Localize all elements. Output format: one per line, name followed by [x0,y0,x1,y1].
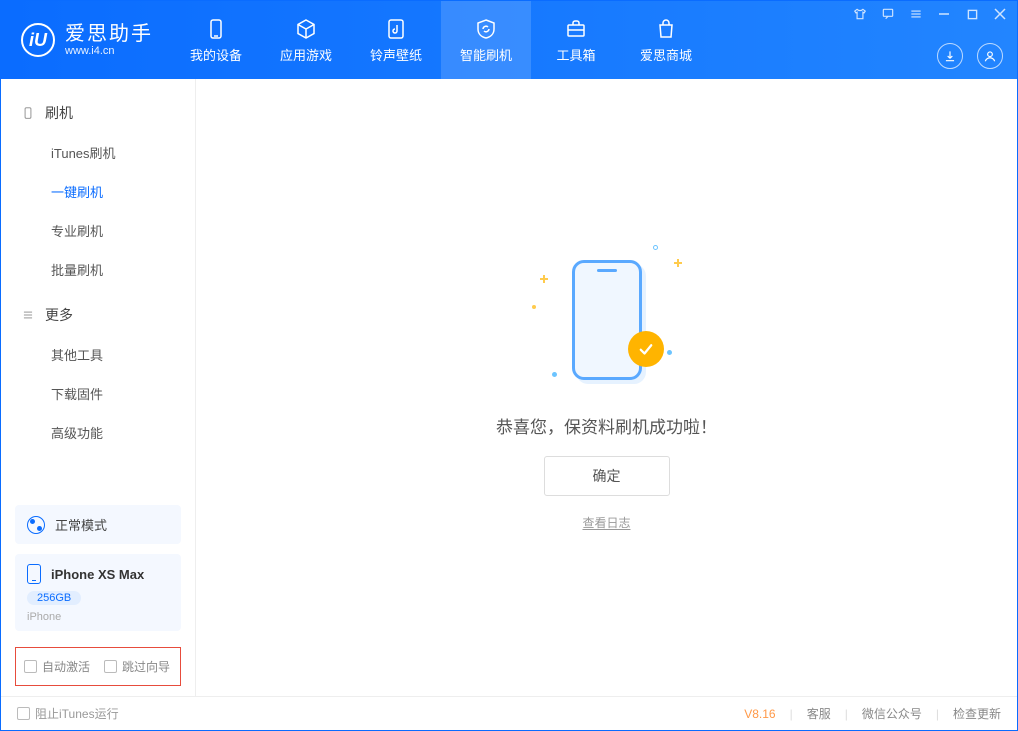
sidebar-item-batch-flash[interactable]: 批量刷机 [1,250,195,289]
dot-icon [667,350,672,355]
support-link[interactable]: 客服 [807,705,831,722]
sidebar-header-more: 更多 [1,295,195,335]
briefcase-icon [564,17,588,41]
success-illustration [532,245,682,395]
separator: | [790,707,793,721]
device-type: iPhone [27,611,61,623]
phone-outline-icon [21,106,35,120]
tab-label: 我的设备 [190,45,242,64]
sidebar-item-advanced[interactable]: 高级功能 [1,413,195,452]
separator: | [936,707,939,721]
checkbox-skip-guide[interactable]: 跳过向导 [104,658,170,675]
app-window: iU 爱思助手 www.i4.cn 我的设备 应用游戏 铃声壁纸 智能刷机 [0,0,1018,731]
sidebar-section-flash: 刷机 iTunes刷机 一键刷机 专业刷机 批量刷机 [1,93,195,295]
tab-ringtone[interactable]: 铃声壁纸 [351,1,441,79]
device-phone-icon [27,564,41,584]
maximize-button[interactable] [965,7,979,21]
checkbox-box-icon [104,660,117,673]
tab-toolbox[interactable]: 工具箱 [531,1,621,79]
close-button[interactable] [993,7,1007,21]
success-message: 恭喜您，保资料刷机成功啦！ [496,413,717,438]
checkbox-box-icon [17,707,30,720]
check-badge-icon [628,331,664,367]
device-info-box[interactable]: iPhone XS Max 256GB iPhone [15,554,181,631]
tab-flash[interactable]: 智能刷机 [441,1,531,79]
checkbox-label: 自动激活 [42,658,90,675]
ok-button[interactable]: 确定 [544,456,670,496]
device-mode-box[interactable]: 正常模式 [15,505,181,544]
window-controls [853,7,1007,21]
main-content: 恭喜您，保资料刷机成功啦！ 确定 查看日志 [196,79,1017,696]
phone-icon [204,17,228,41]
wechat-link[interactable]: 微信公众号 [862,705,922,722]
dot-icon [552,372,557,377]
view-log-link[interactable]: 查看日志 [582,514,630,531]
checkbox-block-itunes[interactable]: 阻止iTunes运行 [17,705,119,722]
sparkle-icon [540,275,548,283]
feedback-icon[interactable] [881,7,895,21]
mode-icon [27,516,45,534]
checkbox-label: 阻止iTunes运行 [35,705,119,722]
menu-icon[interactable] [909,7,923,21]
header-right-icons [937,43,1003,69]
shield-refresh-icon [474,17,498,41]
tab-label: 铃声壁纸 [370,45,422,64]
sidebar-header-flash: 刷机 [1,93,195,133]
tab-apps[interactable]: 应用游戏 [261,1,351,79]
status-bar: 阻止iTunes运行 V8.16 | 客服 | 微信公众号 | 检查更新 [1,696,1017,730]
footer-right: V8.16 | 客服 | 微信公众号 | 检查更新 [744,705,1001,722]
checkbox-auto-activate[interactable]: 自动激活 [24,658,90,675]
logo-block: iU 爱思助手 www.i4.cn [1,1,171,79]
logo-text: 爱思助手 www.i4.cn [65,23,153,57]
download-button[interactable] [937,43,963,69]
sidebar: 刷机 iTunes刷机 一键刷机 专业刷机 批量刷机 更多 其他工具 下载固件 … [1,79,196,696]
sidebar-item-other-tools[interactable]: 其他工具 [1,335,195,374]
check-update-link[interactable]: 检查更新 [953,705,1001,722]
dot-icon [532,305,536,309]
cube-icon [294,17,318,41]
sidebar-item-itunes-flash[interactable]: iTunes刷机 [1,133,195,172]
minimize-button[interactable] [937,7,951,21]
tab-store[interactable]: 爱思商城 [621,1,711,79]
header-tabs: 我的设备 应用游戏 铃声壁纸 智能刷机 工具箱 爱思商城 [171,1,711,79]
mode-label: 正常模式 [55,515,107,534]
tab-label: 智能刷机 [460,45,512,64]
sparkle-icon [674,259,682,267]
tab-label: 工具箱 [556,45,595,64]
app-header: iU 爱思助手 www.i4.cn 我的设备 应用游戏 铃声壁纸 智能刷机 [1,1,1017,79]
sidebar-item-download-firmware[interactable]: 下载固件 [1,374,195,413]
tshirt-icon[interactable] [853,7,867,21]
user-button[interactable] [977,43,1003,69]
app-body: 刷机 iTunes刷机 一键刷机 专业刷机 批量刷机 更多 其他工具 下载固件 … [1,79,1017,696]
separator: | [845,707,848,721]
bag-icon [654,17,678,41]
phone-illustration-icon [572,260,642,380]
list-icon [21,308,35,322]
logo-icon: iU [21,23,55,57]
dot-icon [653,245,658,250]
tab-label: 应用游戏 [280,45,332,64]
flash-options-row: 自动激活 跳过向导 [15,647,181,686]
tab-label: 爱思商城 [640,45,692,64]
sidebar-item-oneclick-flash[interactable]: 一键刷机 [1,172,195,211]
app-name: 爱思助手 [65,23,153,45]
sidebar-item-pro-flash[interactable]: 专业刷机 [1,211,195,250]
device-name: iPhone XS Max [51,567,144,582]
tab-my-device[interactable]: 我的设备 [171,1,261,79]
app-site: www.i4.cn [65,45,153,57]
checkbox-box-icon [24,660,37,673]
music-file-icon [384,17,408,41]
sidebar-section-label: 更多 [45,305,73,325]
sidebar-section-more: 更多 其他工具 下载固件 高级功能 [1,295,195,458]
version-label: V8.16 [744,707,775,721]
sidebar-section-label: 刷机 [45,103,73,123]
storage-badge: 256GB [27,591,81,605]
checkbox-label: 跳过向导 [122,658,170,675]
